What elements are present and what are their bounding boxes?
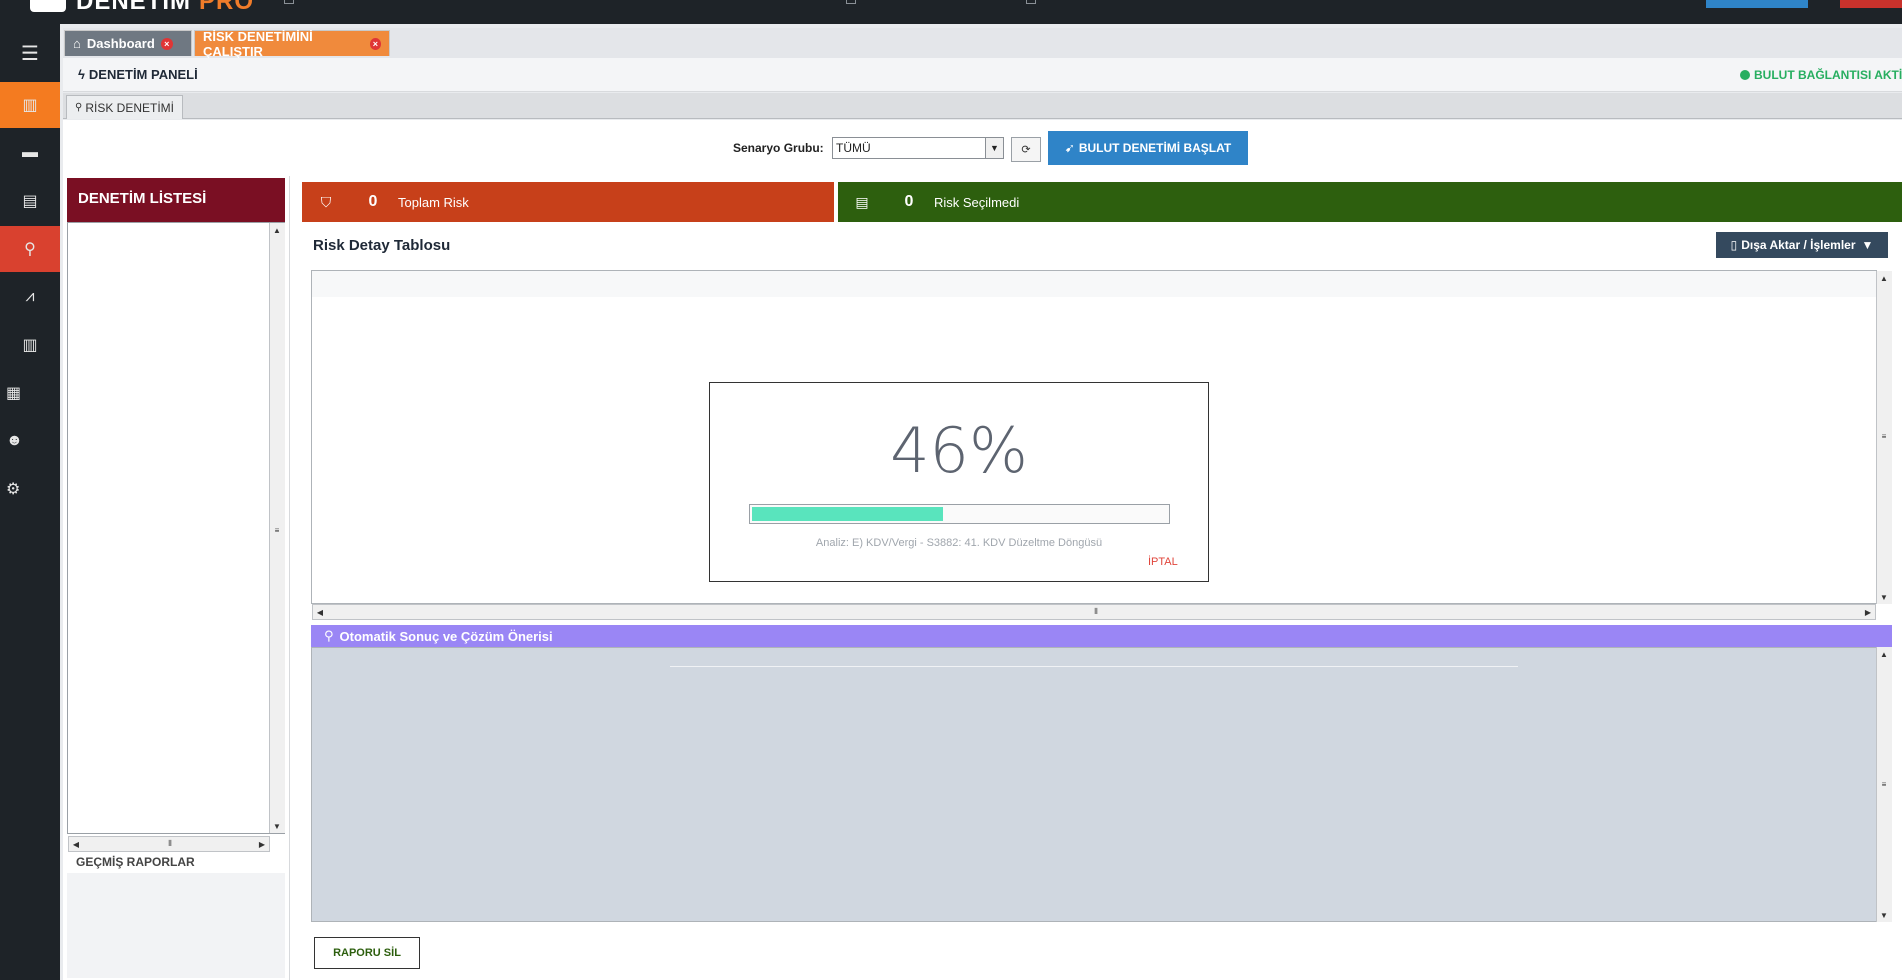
table-scrollbar[interactable]: ▲ ≡ ▼ xyxy=(1876,271,1892,604)
cloud-status: BULUT BAĞLANTISI AKTİF xyxy=(1740,68,1902,82)
search-icon: ⚲ xyxy=(324,628,334,643)
progress-message: Analiz: E) KDV/Vergi - S3882: 41. KDV Dü… xyxy=(815,537,1103,549)
building-icon: ▥ xyxy=(22,97,38,114)
sidebar-item-users[interactable]: ☻ xyxy=(0,418,60,464)
sidebar-item-documents[interactable]: ▤ xyxy=(0,178,60,224)
bolt-icon: ϟ xyxy=(78,67,85,82)
menu-toggle-icon[interactable]: ☰ xyxy=(0,30,60,76)
archive-icon: ▦ xyxy=(6,385,22,402)
delete-report-button[interactable]: RAPORU SİL xyxy=(314,937,420,969)
audit-list-scrollbar[interactable]: ▲ ≡ ▼ xyxy=(269,223,285,833)
close-icon[interactable]: × xyxy=(160,37,173,50)
app-logo-icon xyxy=(30,0,66,12)
audit-list[interactable] xyxy=(67,222,285,834)
scroll-left-icon[interactable]: ◀ xyxy=(313,605,327,619)
file-icon: ▯ xyxy=(1730,238,1738,252)
search-icon: ⚲ xyxy=(24,241,36,258)
divider xyxy=(289,176,290,980)
document-icon: ▤ xyxy=(855,193,869,210)
history-label: GEÇMİŞ RAPORLAR xyxy=(76,855,195,869)
tab-dashboard[interactable]: ⌂ Dashboard × xyxy=(64,30,192,56)
sidebar-item-companies[interactable]: ▥ xyxy=(0,322,60,368)
scroll-up-icon[interactable]: ▲ xyxy=(1877,647,1891,661)
sidebar-item-analytics[interactable]: ⩘ xyxy=(0,274,60,320)
scroll-down-icon[interactable]: ▼ xyxy=(270,819,284,833)
caret-down-icon: ▼ xyxy=(1861,238,1874,252)
scroll-thumb-icon[interactable]: ⦀ xyxy=(163,837,177,851)
scroll-thumb-icon[interactable]: ≡ xyxy=(270,523,284,537)
document-icon: ▤ xyxy=(22,193,38,210)
scroll-down-icon[interactable]: ▼ xyxy=(1877,908,1891,922)
shield-icon: ⛉ xyxy=(320,193,332,210)
sidebar-item-archive[interactable]: ▦ xyxy=(0,370,60,416)
solution-scrollbar[interactable]: ▲ ≡ ▼ xyxy=(1876,647,1892,922)
scenario-label: Senaryo Grubu: xyxy=(733,141,824,155)
scroll-down-icon[interactable]: ▼ xyxy=(1877,590,1891,604)
close-icon[interactable]: × xyxy=(369,37,381,50)
history-list[interactable] xyxy=(67,873,285,978)
audit-list-header: DENETİM LİSTESİ xyxy=(67,178,285,222)
chevron-down-icon[interactable]: ▼ xyxy=(985,138,1003,158)
briefcase-icon: ▬ xyxy=(22,144,38,161)
subtab-risk-audit[interactable]: ⚲ RİSK DENETİMİ xyxy=(66,95,184,119)
panel-bar xyxy=(63,58,1902,92)
detail-table-title: Risk Detay Tablosu xyxy=(313,237,451,254)
scroll-up-icon[interactable]: ▲ xyxy=(1877,271,1891,285)
toolbar-icon[interactable] xyxy=(846,0,856,4)
scroll-up-icon[interactable]: ▲ xyxy=(270,223,284,237)
sidebar-item-settings[interactable]: ⚙ xyxy=(0,466,60,512)
subtab-bar xyxy=(63,93,1902,119)
tab-risk-run[interactable]: RİSK DENETİMİNİ ÇALIŞTIR × xyxy=(194,29,390,59)
page-title: ϟ DENETİM PANELİ xyxy=(78,67,198,82)
status-dot-icon xyxy=(1740,70,1750,80)
top-bar: DENETİM PRO xyxy=(0,0,1902,24)
home-icon: ⌂ xyxy=(73,36,81,51)
start-cloud-audit-button[interactable]: ➹ BULUT DENETİMİ BAŞLAT xyxy=(1048,131,1248,165)
top-logout-button[interactable] xyxy=(1840,0,1902,8)
scroll-right-icon[interactable]: ▶ xyxy=(255,837,269,851)
audit-list-hscrollbar[interactable]: ◀ ⦀ ▶ xyxy=(68,836,270,852)
search-icon: ⚲ xyxy=(75,102,83,113)
scenario-select[interactable]: TÜMÜ ▼ xyxy=(832,137,1004,159)
stat-total-risk: ⛉ 0 Toplam Risk xyxy=(302,182,834,222)
toolbar-icon[interactable] xyxy=(284,0,294,4)
users-icon: ☻ xyxy=(6,432,23,449)
sidebar: ☰ ▥ ▬ ▤ ⚲ ⩘ ▥ ▦ ☻ ⚙ xyxy=(0,24,60,980)
progress-percent: 46% xyxy=(890,414,1028,487)
scroll-thumb-icon[interactable]: ≡ xyxy=(1877,429,1891,443)
scroll-left-icon[interactable]: ◀ xyxy=(69,837,83,851)
sidebar-item-audit[interactable]: ⚲ xyxy=(0,226,60,272)
scroll-right-icon[interactable]: ▶ xyxy=(1861,605,1875,619)
refresh-button[interactable]: ⟳ xyxy=(1011,137,1041,162)
scroll-thumb-icon[interactable]: ≡ xyxy=(1877,777,1891,791)
cancel-button[interactable]: İPTAL xyxy=(1148,556,1178,568)
stat-risk-selection: ▤ 0 Risk Seçilmedi xyxy=(838,182,1902,222)
gear-icon: ⚙ xyxy=(6,481,21,498)
sidebar-item-briefcase[interactable]: ▬ xyxy=(0,130,60,176)
solution-header: ⚲ Otomatik Sonuç ve Çözüm Önerisi xyxy=(311,625,1892,647)
table-hscrollbar[interactable]: ◀ ⦀ ▶ xyxy=(312,604,1876,620)
solution-divider xyxy=(670,666,1518,667)
rocket-icon: ➹ xyxy=(1064,141,1075,155)
brand-title: DENETİM PRO xyxy=(76,0,255,15)
table-header xyxy=(312,271,1876,297)
building-icon: ▥ xyxy=(22,337,38,354)
scroll-thumb-icon[interactable]: ⦀ xyxy=(1089,605,1103,619)
top-action-button[interactable] xyxy=(1706,0,1808,8)
toolbar-icon[interactable] xyxy=(1026,0,1036,4)
chart-icon: ⩘ xyxy=(25,288,35,305)
refresh-icon: ⟳ xyxy=(1021,144,1031,156)
solution-panel[interactable] xyxy=(311,647,1877,922)
sidebar-item-dashboard[interactable]: ▥ xyxy=(0,82,60,128)
progress-bar-fill xyxy=(752,507,943,521)
progress-bar xyxy=(749,504,1170,524)
export-actions-button[interactable]: ▯ Dışa Aktar / İşlemler ▼ xyxy=(1716,232,1888,258)
